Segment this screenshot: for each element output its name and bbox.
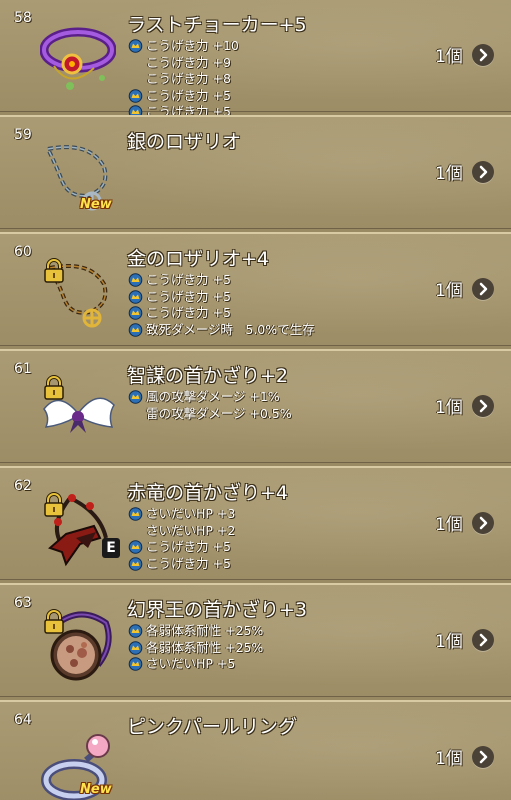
item-number: 58 (14, 10, 32, 26)
item-quantity: 1個 (435, 281, 463, 301)
purple-choker-icon (39, 20, 117, 102)
item-number: 61 (14, 361, 32, 377)
item-name: 金のロザリオ+4 (127, 248, 270, 270)
item-number: 62 (14, 478, 32, 494)
effect-text: こうげき力 +8 (146, 71, 231, 86)
item-name: 銀のロザリオ (127, 131, 242, 153)
crown-bonus-icon (128, 39, 143, 54)
crown-bonus-icon (128, 390, 143, 405)
item-row[interactable]: 62 E 赤竜の首かざり+4 さいだいHP +3 さいだいHP +2 こうげき力 +5 こう… (0, 466, 511, 580)
crown-bonus-icon (128, 273, 143, 288)
item-row[interactable]: 60 金のロザリオ+4 こうげき力 +5 こうげき力 +5 こうげき力 +5 致死ダメージ… (0, 232, 511, 346)
item-name: 智謀の首かざり+2 (127, 365, 289, 387)
crown-bonus-icon (128, 624, 143, 639)
effect-line: こうげき力 +5 (128, 556, 235, 573)
lock-icon (43, 492, 65, 518)
effect-line: 致死ダメージ時 5.0%で生存 (128, 322, 315, 339)
crown-bonus-icon (128, 507, 143, 522)
crown-bonus-icon (128, 289, 143, 304)
item-name: 赤竜の首かざり+4 (127, 482, 289, 504)
effect-line: こうげき力 +9 (128, 55, 239, 72)
effect-text: こうげき力 +5 (146, 305, 231, 320)
accessory-list: 58 ラストチョーカー+5 こうげき力 +10 こうげき力 +9 こうげき力 +8 こうげ… (0, 0, 511, 800)
effect-line: さいだいHP +2 (128, 523, 235, 540)
new-badge: New (80, 197, 112, 212)
item-quantity: 1個 (435, 47, 463, 67)
effect-line: 各弱体系耐性 +25% (128, 623, 263, 640)
effect-line: こうげき力 +5 (128, 88, 239, 105)
crown-bonus-icon (128, 88, 143, 103)
chevron-right-icon[interactable] (472, 44, 494, 66)
effect-text: こうげき力 +5 (146, 288, 231, 304)
crown-bonus-icon (128, 540, 143, 555)
effect-text: 各弱体系耐性 +25% (146, 623, 264, 638)
item-name: ラストチョーカー+5 (127, 14, 307, 36)
crown-bonus-icon (128, 640, 143, 655)
item-name: ピンクパールリング (127, 716, 298, 738)
item-row[interactable]: 58 ラストチョーカー+5 こうげき力 +10 こうげき力 +9 こうげき力 +8 こうげ… (0, 0, 511, 120)
item-number: 60 (14, 244, 32, 260)
item-quantity: 1個 (435, 515, 463, 535)
effect-text: 各弱体系耐性 +25% (146, 639, 264, 655)
item-row[interactable]: 59 New 銀のロザリオ 1個 (0, 115, 511, 229)
chevron-right-icon[interactable] (472, 395, 494, 417)
effect-text: こうげき力 +5 (146, 539, 231, 554)
crown-bonus-icon (128, 657, 143, 672)
effect-line: 各弱体系耐性 +25% (128, 640, 263, 657)
item-quantity: 1個 (435, 749, 463, 769)
crown-bonus-icon (128, 322, 143, 337)
lock-icon (43, 375, 65, 401)
item-quantity: 1個 (435, 398, 463, 418)
chevron-right-icon[interactable] (472, 278, 494, 300)
item-row[interactable]: 61 智謀の首かざり+2 風の攻撃ダメージ +1% 雷の攻撃ダメージ +0.5% 1個 (0, 349, 511, 463)
chevron-right-icon[interactable] (472, 512, 494, 534)
effect-list: 風の攻撃ダメージ +1% 雷の攻撃ダメージ +0.5% (128, 389, 292, 422)
item-quantity: 1個 (435, 632, 463, 652)
effect-list: こうげき力 +5 こうげき力 +5 こうげき力 +5 致死ダメージ時 5.0%で生存 (128, 272, 315, 338)
item-row[interactable]: 63 幻界王の首かざり+3 各弱体系耐性 +25% 各弱体系耐性 +25% さいだいHP… (0, 583, 511, 697)
chevron-right-icon[interactable] (472, 161, 494, 183)
crown-bonus-icon (128, 556, 143, 571)
item-number: 63 (14, 595, 32, 611)
effect-text: さいだいHP +3 (146, 506, 236, 521)
lock-icon (43, 609, 65, 635)
equipped-badge: E (102, 538, 120, 558)
item-quantity: 1個 (435, 164, 463, 184)
effect-text: 風の攻撃ダメージ +1% (146, 389, 280, 404)
effect-line: こうげき力 +5 (128, 272, 315, 289)
effect-text: さいだいHP +5 (146, 656, 236, 671)
effect-text: こうげき力 +5 (146, 87, 231, 103)
effect-text: こうげき力 +9 (146, 54, 231, 70)
effect-text: こうげき力 +5 (146, 555, 231, 571)
effect-list: 各弱体系耐性 +25% 各弱体系耐性 +25% さいだいHP +5 (128, 623, 263, 673)
effect-line: 風の攻撃ダメージ +1% (128, 389, 292, 406)
chevron-right-icon[interactable] (472, 746, 494, 768)
effect-list: こうげき力 +10 こうげき力 +9 こうげき力 +8 こうげき力 +5 こうげき力 +… (128, 38, 239, 121)
item-row[interactable]: 64 New ピンクパールリング 1個 (0, 700, 511, 800)
effect-text: 致死ダメージ時 5.0%で生存 (146, 321, 315, 337)
effect-line: こうげき力 +10 (128, 38, 239, 55)
effect-text: さいだいHP +2 (146, 522, 236, 538)
crown-bonus-icon (128, 306, 143, 321)
chevron-right-icon[interactable] (472, 629, 494, 651)
item-name: 幻界王の首かざり+3 (127, 599, 308, 621)
effect-line: こうげき力 +5 (128, 539, 235, 556)
effect-line: さいだいHP +3 (128, 506, 235, 523)
item-number: 59 (14, 127, 32, 143)
effect-line: こうげき力 +5 (128, 305, 315, 322)
item-number: 64 (14, 712, 32, 728)
effect-line: 雷の攻撃ダメージ +0.5% (128, 406, 292, 423)
effect-text: こうげき力 +10 (146, 38, 239, 53)
effect-text: こうげき力 +5 (146, 272, 231, 287)
lock-icon (43, 258, 65, 284)
effect-line: こうげき力 +8 (128, 71, 239, 88)
effect-text: 雷の攻撃ダメージ +0.5% (146, 405, 292, 421)
effect-list: さいだいHP +3 さいだいHP +2 こうげき力 +5 こうげき力 +5 (128, 506, 235, 572)
effect-line: さいだいHP +5 (128, 656, 263, 673)
effect-line: こうげき力 +5 (128, 289, 315, 306)
new-badge: New (80, 782, 112, 797)
